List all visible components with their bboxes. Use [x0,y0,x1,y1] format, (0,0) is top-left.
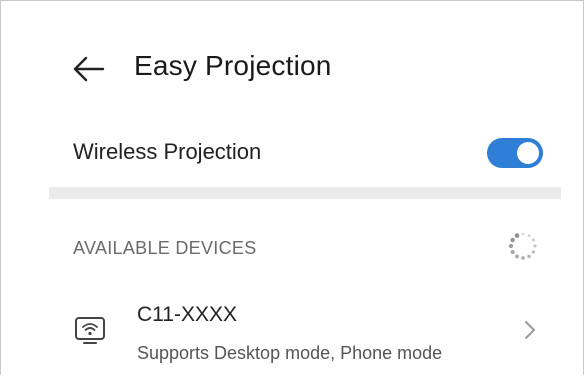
wireless-display-icon [73,315,107,347]
section-divider [49,187,561,199]
chevron-right-icon [521,319,539,341]
spinner-dot [521,232,525,236]
spinner-dot [533,244,537,248]
back-button[interactable] [71,53,107,85]
toggle-knob [517,142,539,164]
spinner-dot [531,250,536,254]
device-list-item[interactable]: C11-XXXX Supports Desktop mode, Phone mo… [49,289,561,376]
wireless-projection-label: Wireless Projection [73,139,262,164]
spinner-dot [527,234,531,237]
device-name: C11-XXXX [137,303,237,326]
spinner-dot [514,233,520,238]
spinner-dot [531,238,535,242]
spinner-icon [506,229,540,263]
spinner-dot [510,237,515,243]
spinner-dot [510,249,515,255]
screen: Easy Projection Wireless Projection AVAI… [0,0,584,375]
page-title: Easy Projection [134,50,332,81]
device-description: Supports Desktop mode, Phone mode [137,343,443,363]
spinner-dot [527,254,531,259]
spinner-dot [515,254,519,259]
available-devices-header: AVAILABLE DEVICES [73,238,257,258]
app-bar: Easy Projection [1,1,585,131]
wireless-projection-row: Wireless Projection [49,127,561,181]
spinner-dot [521,256,525,260]
spinner-dot [508,243,514,249]
arrow-left-icon [73,56,105,82]
wireless-projection-toggle[interactable] [487,138,543,168]
